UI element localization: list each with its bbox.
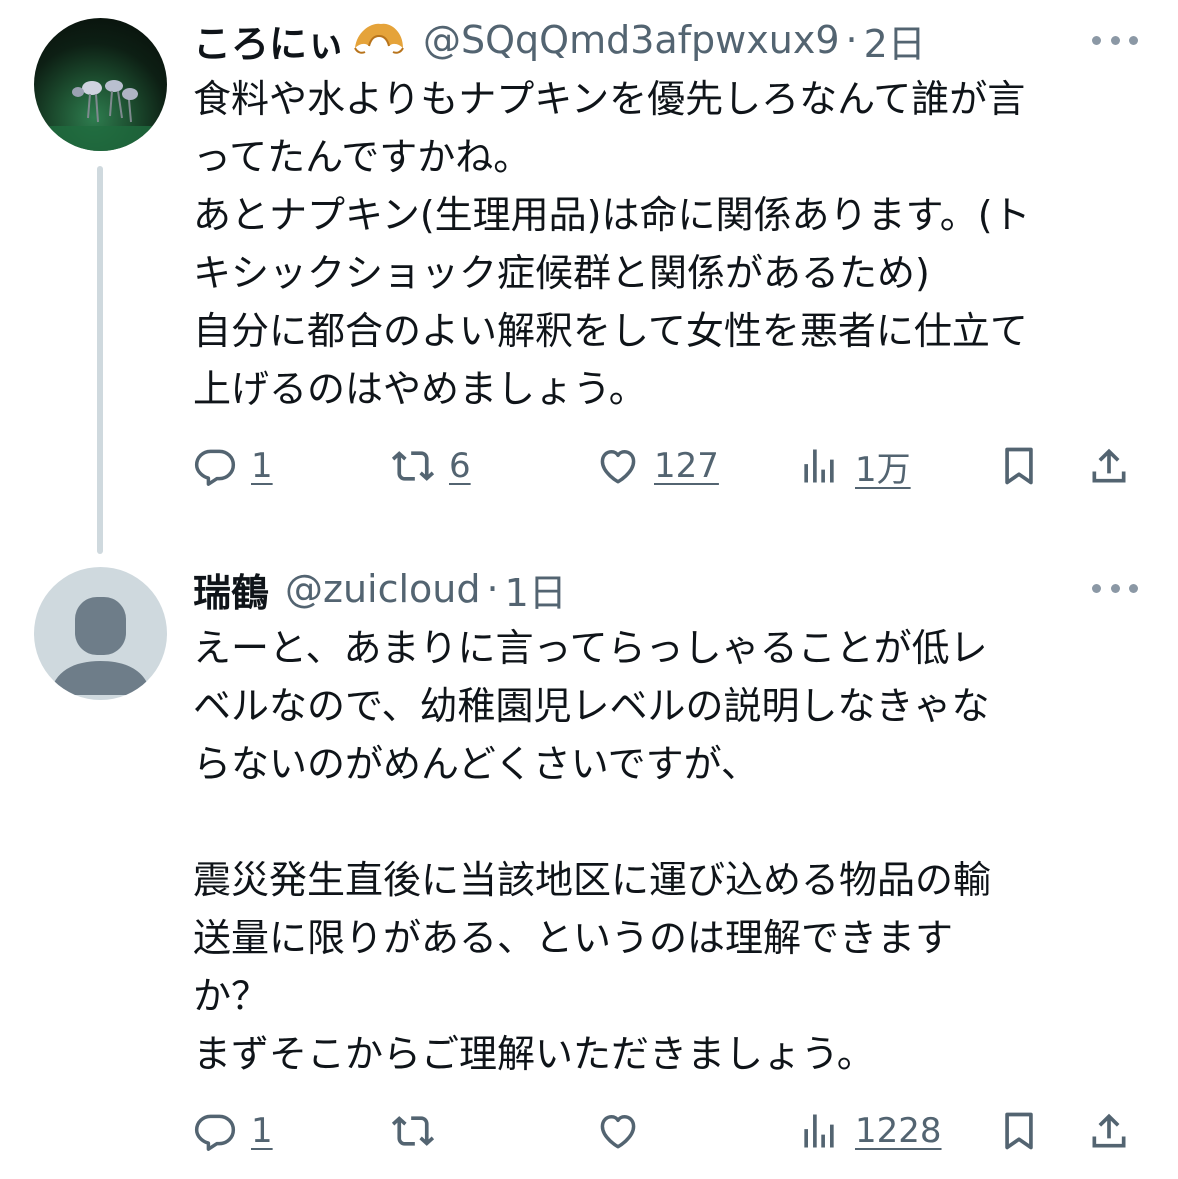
display-name[interactable]: 瑞鶴 [193, 562, 269, 617]
timestamp[interactable]: 1日 [505, 562, 567, 617]
tweet-line: えーと、あまりに言ってらっしゃることが低レ [193, 626, 988, 670]
avatar-default[interactable] [34, 567, 167, 700]
reply-icon [194, 449, 236, 486]
tweet-line [193, 793, 1143, 851]
retweet-button[interactable] [391, 1101, 435, 1161]
tweet-header: 瑞鶴 @zuicloud · 1日 [193, 559, 567, 619]
share-button[interactable] [1087, 1101, 1131, 1161]
tweet-line: 自分に都合のよい解釈をして女性を悪者に仕立て [193, 309, 1028, 353]
reply-button[interactable]: 1 [193, 1101, 273, 1161]
tweet-2[interactable]: 瑞鶴 @zuicloud · 1日 えーと、あまりに言ってらっしゃることが低レ … [0, 555, 1178, 1179]
like-count: 127 [654, 446, 719, 486]
croissant-emoji [354, 23, 404, 54]
share-icon [1092, 1113, 1126, 1148]
tweet-line: まずそこからご理解いただきましょう。 [193, 1032, 875, 1076]
tweet-line: ってたんですかね。 [193, 135, 532, 179]
default-profile-icon [50, 597, 151, 695]
tweet-line: あとナプキン(生理用品)は命に関係あります。(ト [193, 193, 1031, 237]
bookmark-button[interactable] [997, 436, 1041, 496]
handle[interactable]: @zuicloud [285, 567, 481, 611]
tweet-line: ベルなので、幼稚園児レベルの説明しなきゃな [193, 684, 990, 728]
share-button[interactable] [1087, 436, 1131, 496]
tweet-text: えーと、あまりに言ってらっしゃることが低レ ベルなので、幼稚園児レベルの説明しな… [193, 619, 1143, 1083]
more-icon[interactable] [1092, 582, 1138, 594]
tweet-1[interactable]: ころにぃ @SQqQmd3afpwxux9 · 2日 食料や水よりもナプキンを優… [0, 0, 1178, 555]
tweet-line: 震災発生直後に当該地区に運び込める物品の輸 [193, 858, 992, 902]
bookmark-icon [1005, 447, 1033, 485]
bookmark-icon [1005, 1112, 1033, 1150]
retweet-icon [391, 451, 435, 481]
like-button[interactable] [596, 1101, 640, 1161]
handle[interactable]: @SQqQmd3afpwxux9 [423, 18, 839, 62]
action-bar: 1 6 127 1万 [193, 436, 1143, 496]
jellyfish-image [34, 80, 167, 151]
tweet-line: 上げるのはやめましょう。 [193, 367, 647, 411]
more-icon[interactable] [1092, 34, 1138, 46]
reply-button[interactable]: 1 [193, 436, 273, 496]
tweet-line: 送量に限りがある、というのは理解できます [193, 916, 954, 960]
views-button[interactable]: 1万 [797, 436, 911, 496]
action-bar: 1 1228 [193, 1101, 1143, 1161]
views-icon [804, 1114, 834, 1148]
avatar-korony[interactable] [34, 18, 167, 151]
timestamp[interactable]: 2日 [864, 13, 926, 68]
reply-count: 1 [251, 1111, 273, 1151]
tweet-line: か？ [193, 974, 270, 1018]
views-icon [804, 449, 834, 483]
tweet-text: 食料や水よりもナプキンを優先しろなんて誰が言 ってたんですかね。 あとナプキン(… [193, 70, 1143, 418]
separator-dot: · [845, 18, 858, 62]
thread-line [97, 166, 103, 554]
share-icon [1092, 448, 1126, 483]
heart-icon [600, 1114, 636, 1149]
reply-icon [194, 1114, 236, 1151]
like-button[interactable]: 127 [596, 436, 719, 496]
retweet-icon [391, 1116, 435, 1146]
views-count: 1228 [855, 1111, 942, 1151]
tweet-header: ころにぃ @SQqQmd3afpwxux9 · 2日 [193, 10, 926, 70]
tweet-line: らないのがめんどくさいですが、 [193, 742, 759, 786]
views-button[interactable]: 1228 [797, 1101, 942, 1161]
reply-count: 1 [251, 446, 273, 486]
retweet-button[interactable]: 6 [391, 436, 471, 496]
heart-icon [600, 449, 636, 484]
views-count: 1万 [855, 449, 911, 490]
retweet-count: 6 [449, 446, 471, 486]
display-name[interactable]: ころにぃ [193, 13, 345, 68]
separator-dot: · [486, 567, 499, 611]
tweet-line: 食料や水よりもナプキンを優先しろなんて誰が言 [193, 77, 1026, 121]
bookmark-button[interactable] [997, 1101, 1041, 1161]
tweet-line: キシックショック症候群と関係があるため) [193, 251, 930, 295]
